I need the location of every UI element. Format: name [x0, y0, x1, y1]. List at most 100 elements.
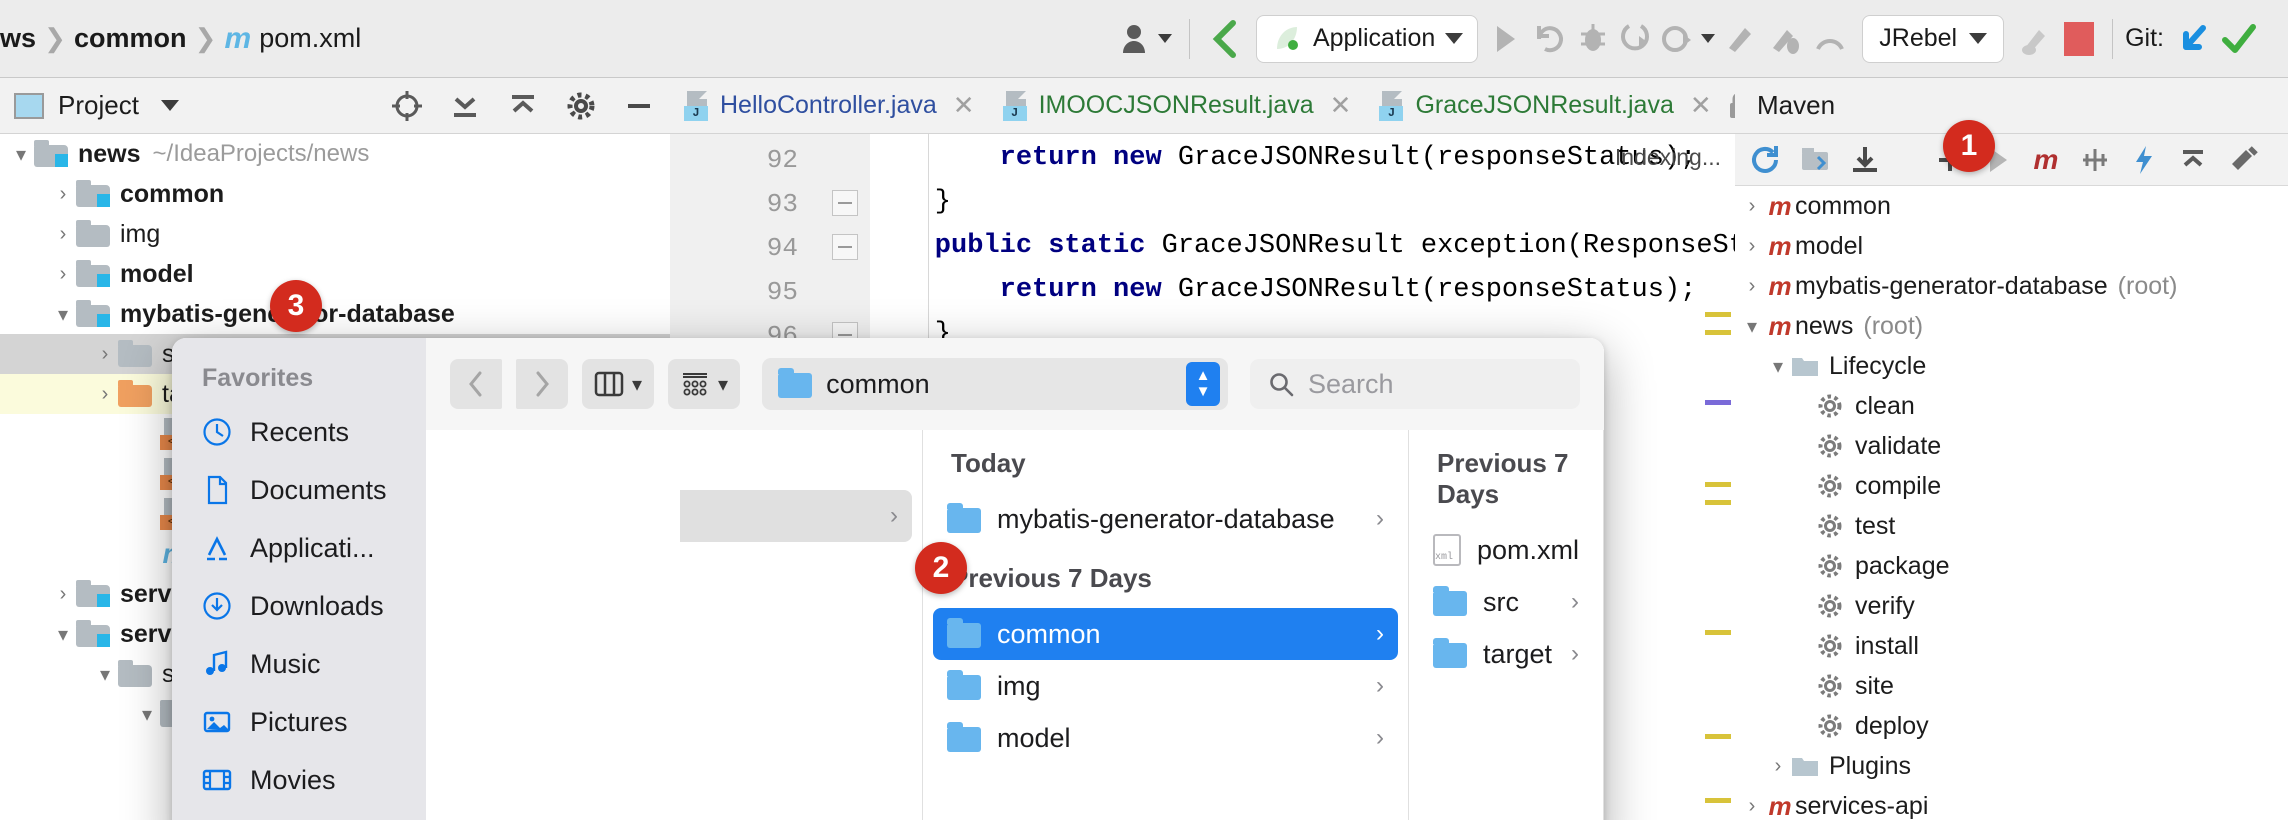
project-tree-row[interactable]: › img: [0, 214, 670, 254]
finder-sidebar-item[interactable]: Applicati...: [172, 519, 426, 577]
chevron-right-icon[interactable]: ›: [50, 263, 76, 286]
maven-settings-icon[interactable]: [2221, 135, 2265, 185]
chevron-right-icon[interactable]: ›: [1765, 755, 1791, 778]
settings-gear-icon[interactable]: [564, 89, 598, 123]
run-button[interactable]: [1486, 14, 1528, 64]
maven-tree-row[interactable]: compile: [1735, 466, 2288, 506]
finder-sidebar-item[interactable]: Pictures: [172, 693, 426, 751]
error-stripe-mark[interactable]: [1705, 330, 1731, 335]
project-tree-row[interactable]: › model: [0, 254, 670, 294]
chevron-down-icon[interactable]: [160, 100, 179, 111]
finder-list-item[interactable]: img ›: [933, 660, 1398, 712]
error-stripe-mark[interactable]: [1705, 482, 1731, 487]
git-commit-button[interactable]: [2216, 14, 2262, 64]
maven-tree-row[interactable]: ▾ m news (root): [1735, 306, 2288, 346]
close-icon[interactable]: ✕: [1330, 90, 1352, 121]
path-stepper-icon[interactable]: ▲ ▼: [1186, 362, 1220, 406]
maven-tree-row[interactable]: test: [1735, 506, 2288, 546]
maven-tree-row[interactable]: › m services-api: [1735, 786, 2288, 820]
maven-tree-row[interactable]: verify: [1735, 586, 2288, 626]
rerun-button[interactable]: [1528, 14, 1572, 64]
maven-tree-row[interactable]: › m mybatis-generator-database (root): [1735, 266, 2288, 306]
finder-column-2[interactable]: Today mybatis-generator-database › Previous…: [923, 430, 1409, 820]
maven-execute-goal-icon[interactable]: m: [2025, 135, 2067, 185]
maven-tree-row[interactable]: › m common: [1735, 186, 2288, 226]
chevron-right-icon[interactable]: ›: [1739, 275, 1765, 298]
expand-all-icon[interactable]: [448, 89, 482, 123]
path-selector[interactable]: common ▲ ▼: [762, 358, 1228, 410]
finder-sidebar-item[interactable]: Music: [172, 635, 426, 693]
error-stripe-mark[interactable]: [1705, 500, 1731, 505]
editor-tab[interactable]: J GraceJSONResult.java ✕: [1365, 78, 1725, 133]
chevron-right-icon[interactable]: ›: [92, 383, 118, 406]
jrebel-run-button[interactable]: [2014, 14, 2058, 64]
chevron-right-icon[interactable]: ›: [50, 183, 76, 206]
breadcrumb-item-2[interactable]: pom.xml: [259, 23, 361, 54]
memory-indicator-icon[interactable]: [1808, 14, 1852, 64]
finder-list-item[interactable]: mybatis-generator-database ›: [933, 493, 1398, 545]
chevron-right-icon[interactable]: ›: [1739, 195, 1765, 218]
maven-download-sources-icon[interactable]: [1843, 135, 1887, 185]
finder-list-item[interactable]: model ›: [933, 712, 1398, 764]
maven-tree-row[interactable]: deploy: [1735, 706, 2288, 746]
user-avatar-button[interactable]: [1117, 14, 1177, 64]
maven-collapse-all-icon[interactable]: [2171, 135, 2215, 185]
locate-file-icon[interactable]: [390, 89, 424, 123]
maven-tree-row[interactable]: install: [1735, 626, 2288, 666]
chevron-right-icon[interactable]: ›: [1739, 235, 1765, 258]
group-by-button[interactable]: ▾: [668, 359, 741, 409]
chevron-down-icon[interactable]: ▾: [92, 662, 118, 687]
list-item[interactable]: ›: [680, 490, 912, 542]
chevron-right-icon[interactable]: ›: [1739, 795, 1765, 818]
project-tree-row[interactable]: ▾mybatis-generator-database: [0, 294, 670, 334]
profiler-button[interactable]: [1656, 14, 1720, 64]
finder-list-item[interactable]: src ›: [1419, 576, 1593, 628]
error-stripe-mark[interactable]: [1705, 734, 1731, 739]
finder-sidebar-item[interactable]: Recents: [172, 403, 426, 461]
finder-sidebar-item[interactable]: Movies: [172, 751, 426, 809]
git-update-button[interactable]: [2172, 14, 2216, 64]
file-picker-dialog[interactable]: Favorites Recents Documents Applicati... Do…: [172, 338, 1604, 820]
maven-reload-icon[interactable]: [1743, 135, 1787, 185]
maven-tree-row[interactable]: validate: [1735, 426, 2288, 466]
chevron-right-icon[interactable]: ›: [50, 583, 76, 606]
close-icon[interactable]: ✕: [1690, 90, 1712, 121]
maven-tree-row[interactable]: clean: [1735, 386, 2288, 426]
chevron-down-icon[interactable]: ▾: [134, 702, 160, 727]
chevron-down-icon[interactable]: ▾: [1739, 314, 1765, 339]
maven-tree[interactable]: › m common › m model › m mybatis-generator-datab…: [1735, 186, 2288, 820]
maven-offline-mode-icon[interactable]: [2123, 135, 2165, 185]
maven-generate-sources-icon[interactable]: [1793, 135, 1837, 185]
collapse-all-icon[interactable]: [506, 89, 540, 123]
fold-marker[interactable]: [832, 234, 858, 260]
chevron-down-icon[interactable]: ▾: [8, 142, 34, 167]
stop-button[interactable]: [2058, 14, 2100, 64]
maven-tree-row[interactable]: › m model: [1735, 226, 2288, 266]
finder-column-1[interactable]: ›: [680, 430, 923, 820]
finder-list-item[interactable]: common ›: [933, 608, 1398, 660]
update-project-button[interactable]: [1202, 14, 1248, 64]
forward-button[interactable]: [516, 359, 568, 409]
chevron-right-icon[interactable]: ›: [92, 343, 118, 366]
back-button[interactable]: [450, 359, 502, 409]
run-configuration-selector[interactable]: Application: [1255, 14, 1479, 63]
column-view-button[interactable]: ▾: [582, 359, 655, 409]
jrebel-selector[interactable]: JRebel: [1862, 14, 2005, 63]
finder-sidebar-item[interactable]: Documents: [172, 461, 426, 519]
error-stripe-mark[interactable]: [1705, 400, 1731, 405]
debug-button[interactable]: [1572, 14, 1614, 64]
attach-profiler-button[interactable]: [1764, 14, 1808, 64]
error-stripe-mark[interactable]: [1705, 630, 1731, 635]
close-icon[interactable]: ✕: [953, 90, 975, 121]
breadcrumb-item-1[interactable]: common: [74, 23, 187, 54]
maven-tree-row[interactable]: › Plugins: [1735, 746, 2288, 786]
finder-column-3[interactable]: Previous 7 Days xml pom.xml src › target ›: [1408, 430, 1604, 820]
run-with-coverage-button[interactable]: [1614, 14, 1656, 64]
finder-sidebar-item[interactable]: Downloads: [172, 577, 426, 635]
maven-tree-row[interactable]: ▾ Lifecycle: [1735, 346, 2288, 386]
maven-toggle-skip-tests-icon[interactable]: [2073, 135, 2117, 185]
editor-tab[interactable]: J IMOOCJSONResult.java ✕: [989, 78, 1366, 133]
breadcrumb-item-0[interactable]: ws: [0, 23, 36, 54]
search-input[interactable]: Search: [1250, 359, 1580, 409]
fold-marker[interactable]: [832, 190, 858, 216]
